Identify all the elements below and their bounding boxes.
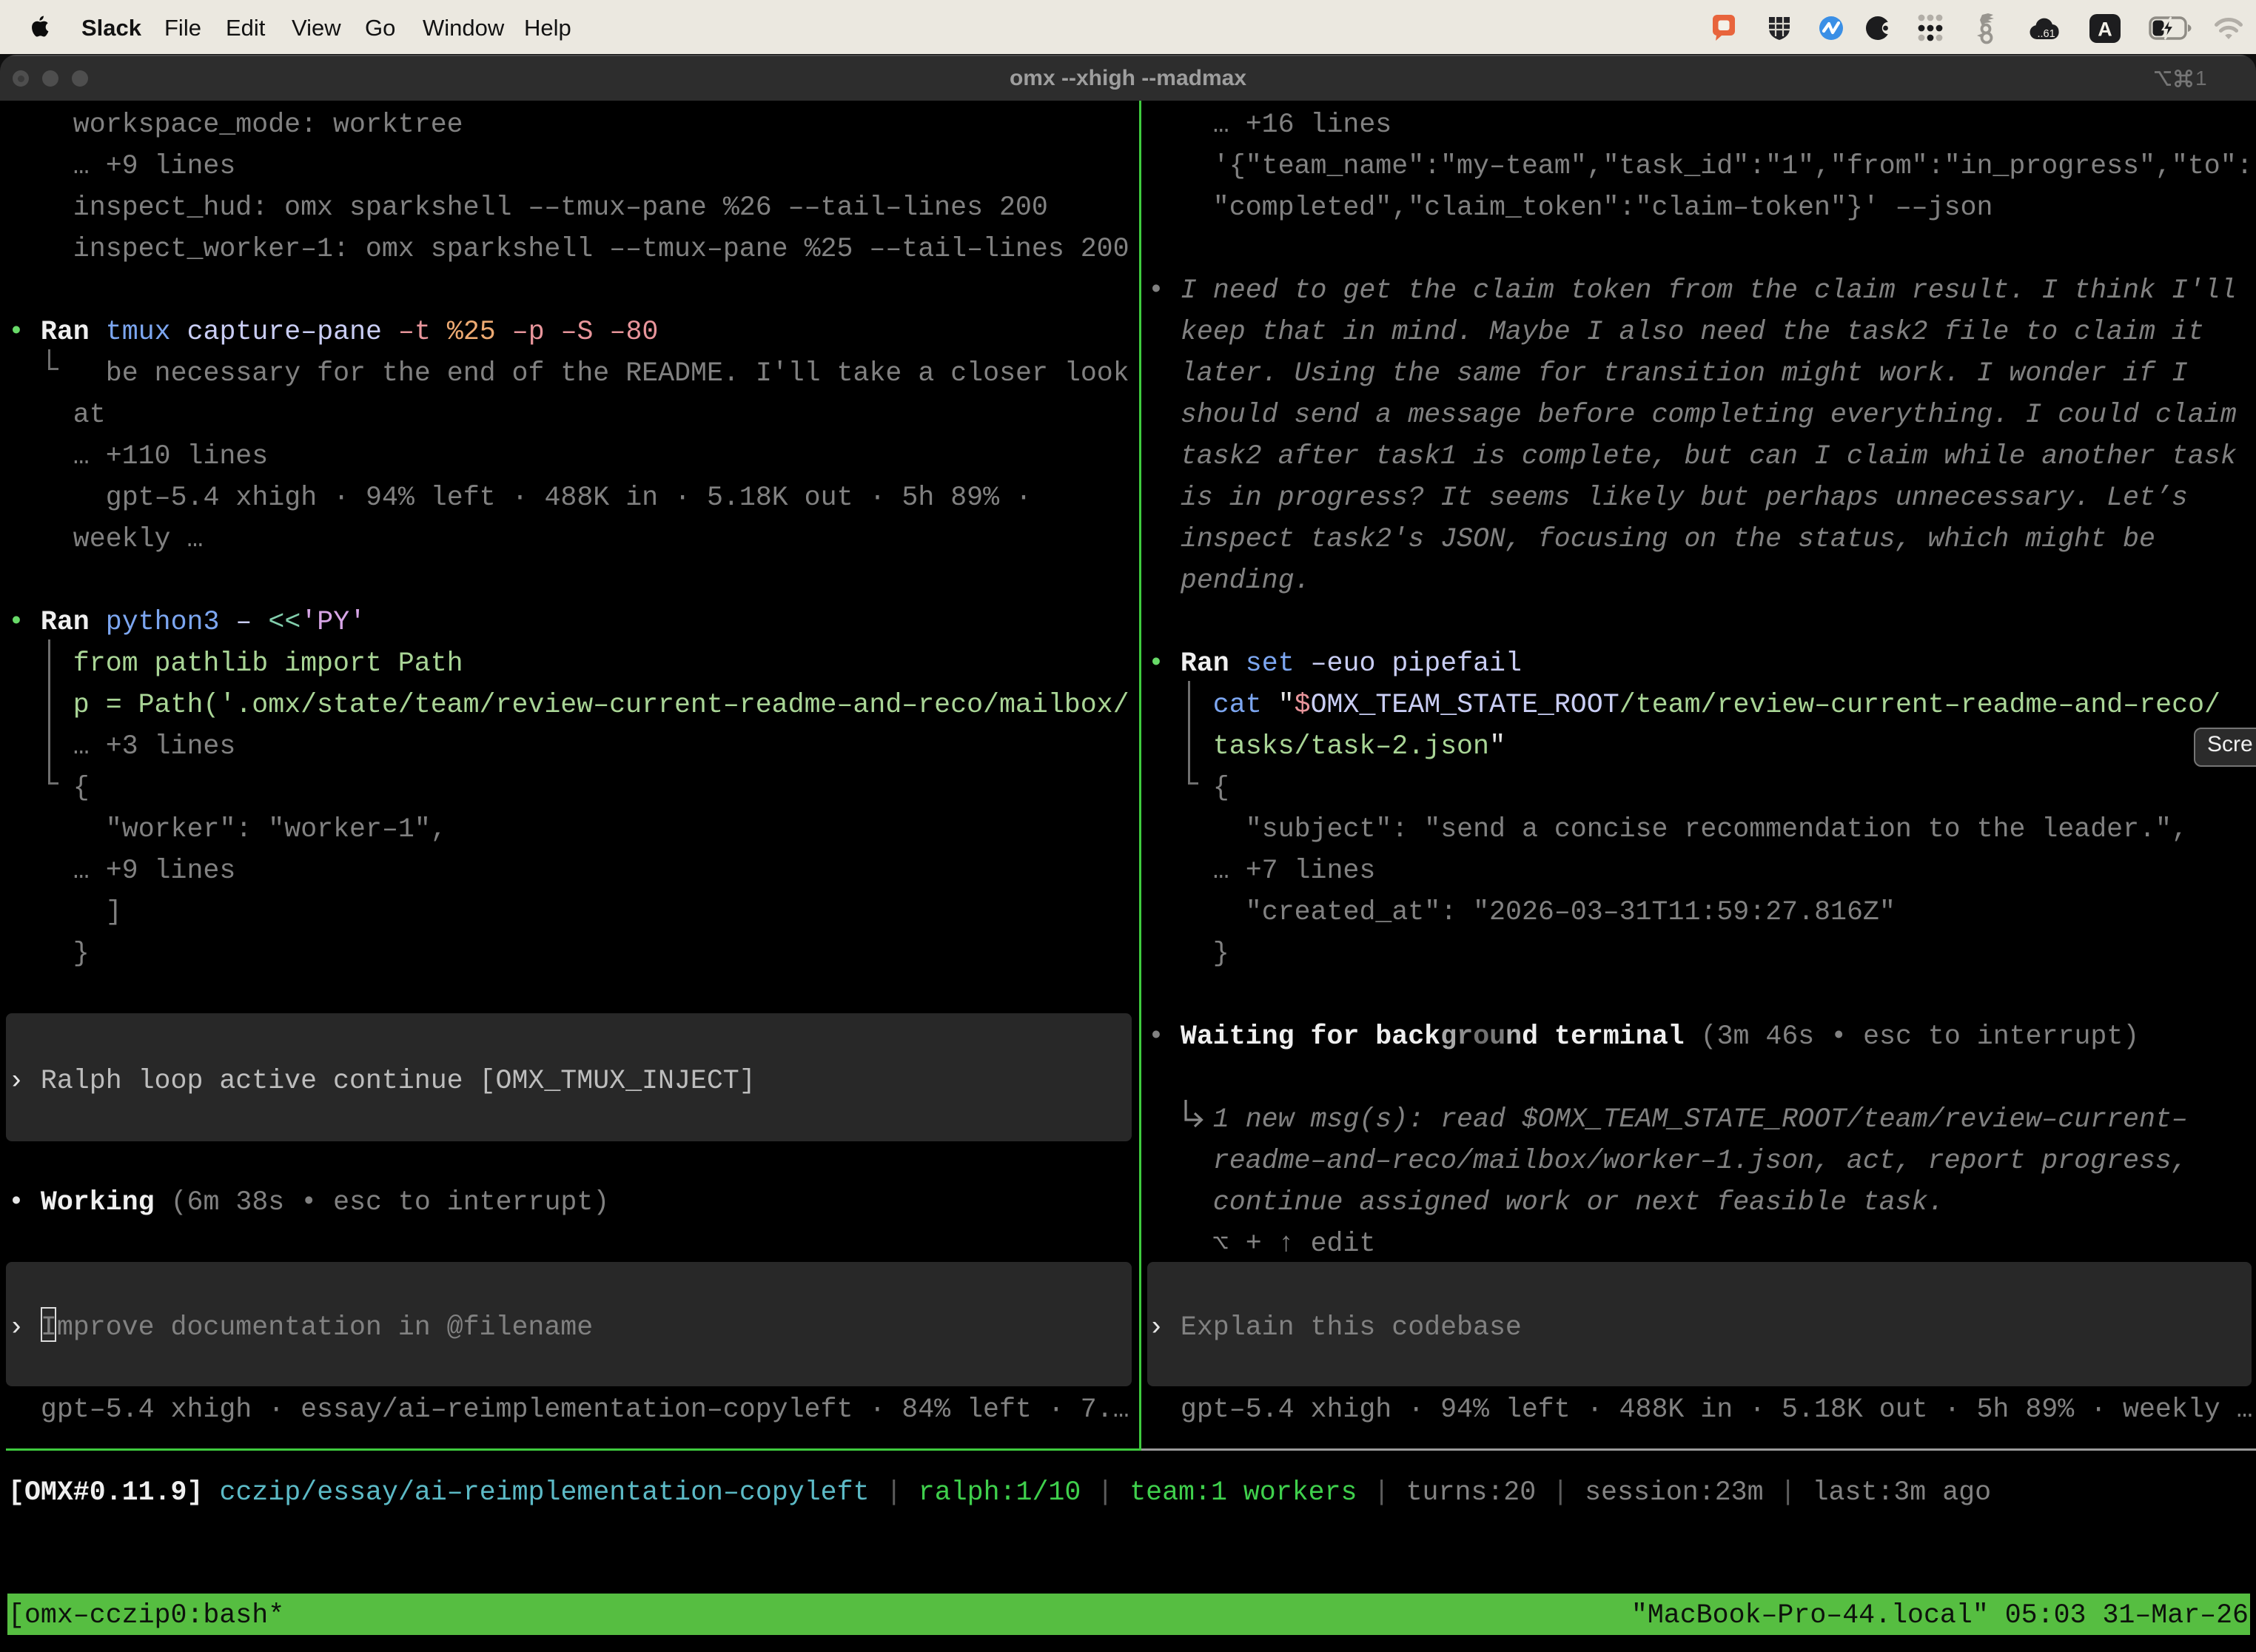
svg-text:..61: ..61: [2038, 28, 2055, 40]
svg-text:A: A: [2098, 19, 2112, 41]
